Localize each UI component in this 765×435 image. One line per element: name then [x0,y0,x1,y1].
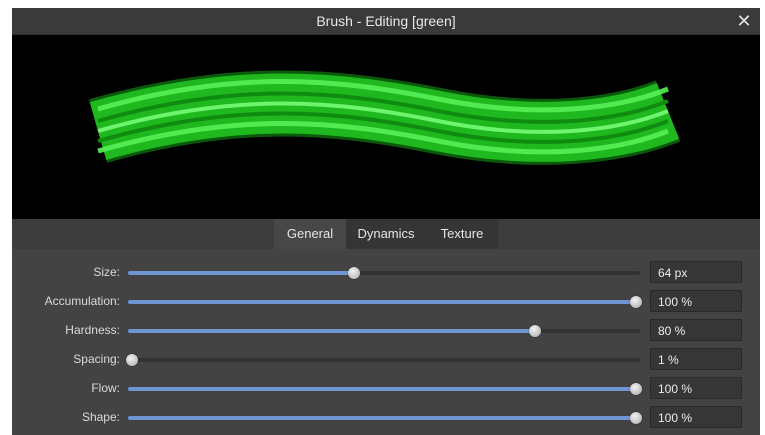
accumulation-value-field[interactable]: 100 % [650,290,742,312]
accumulation-row: Accumulation: 100 % [12,289,760,315]
flow-slider[interactable] [126,376,642,402]
title-bar: Brush - Editing [green] ✕ [12,8,760,35]
shape-row: Shape: 100 % [12,405,760,431]
size-slider[interactable] [126,260,642,286]
shape-value-field[interactable]: 100 % [650,406,742,428]
slider-track [128,416,640,420]
dialog-title: Brush - Editing [green] [316,13,456,29]
tab-dynamics[interactable]: Dynamics [346,219,426,249]
size-value-field[interactable]: 64 px [650,261,742,283]
flow-label: Flow: [91,381,120,395]
slider-thumb[interactable] [529,325,542,337]
spacing-label: Spacing: [73,352,120,366]
accumulation-slider[interactable] [126,289,642,315]
slider-fill [128,387,640,391]
tab-bar: General Dynamics Texture [12,219,760,249]
slider-track [128,329,640,333]
slider-thumb[interactable] [126,354,138,366]
close-icon[interactable]: ✕ [734,10,754,32]
shape-slider[interactable] [126,405,642,431]
accumulation-label: Accumulation: [44,294,120,308]
slider-track [128,271,640,275]
hardness-value-field[interactable]: 80 % [650,319,742,341]
slider-thumb[interactable] [630,412,642,424]
hardness-label: Hardness: [65,323,120,337]
size-row: Size: 64 px [12,260,760,286]
slider-fill [128,300,640,304]
slider-fill [128,416,640,420]
slider-track [128,300,640,304]
brush-editor-dialog: Brush - Editing [green] ✕ General Dynami… [12,8,760,435]
spacing-row: Spacing: 1 % [12,347,760,373]
hardness-row: Hardness: 80 % [12,318,760,344]
flow-value-field[interactable]: 100 % [650,377,742,399]
spacing-value-field[interactable]: 1 % [650,348,742,370]
slider-thumb[interactable] [630,383,642,395]
spacing-slider[interactable] [126,347,642,373]
slider-track [128,358,640,362]
shape-label: Shape: [81,410,120,424]
brush-stroke-preview [12,35,760,219]
brush-stroke-graphic [88,70,681,165]
slider-fill [128,271,354,275]
slider-fill [128,329,538,333]
general-settings-panel: Size: 64 px Accumulation: 100 % Hardness… [12,249,760,435]
slider-thumb[interactable] [630,296,642,308]
tab-texture[interactable]: Texture [426,219,498,249]
size-label: Size: [93,265,120,279]
hardness-slider[interactable] [126,318,642,344]
flow-row: Flow: 100 % [12,376,760,402]
tab-general[interactable]: General [274,219,346,249]
slider-track [128,387,640,391]
slider-thumb[interactable] [347,267,360,279]
